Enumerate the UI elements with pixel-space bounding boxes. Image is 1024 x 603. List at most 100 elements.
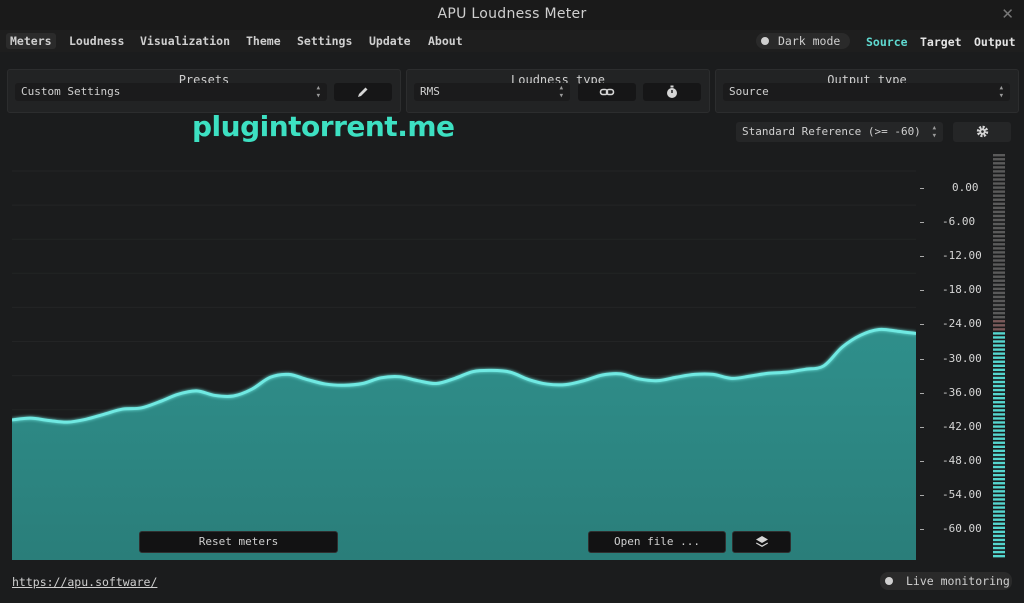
meter-segment (993, 194, 1005, 197)
meter-segment (993, 198, 1005, 201)
live-monitoring-label: Live monitoring (906, 574, 1010, 588)
meter-segment (993, 283, 1005, 286)
presets-value: Custom Settings (21, 85, 121, 98)
meter-segment (993, 206, 1005, 210)
select-arrow-icon: ▴ ▾ (558, 83, 564, 101)
loudness-chart (12, 170, 916, 560)
meter-segment (993, 546, 1005, 550)
reset-meters-label: Reset meters (198, 535, 279, 548)
mode-source[interactable]: Source (866, 35, 908, 49)
menu-about[interactable]: About (428, 34, 463, 48)
meter-segment (993, 522, 1005, 525)
meter-segment (993, 299, 1005, 303)
toggle-knob (885, 577, 893, 585)
scale-tick (920, 392, 924, 394)
meter-segment (993, 465, 1005, 469)
link-button[interactable] (578, 83, 636, 101)
meter-segment (993, 372, 1005, 376)
edit-preset-button[interactable] (334, 83, 392, 101)
meter-segment (993, 336, 1005, 339)
meter-segment (993, 384, 1005, 388)
meter-segment (993, 230, 1005, 234)
menu-settings[interactable]: Settings (297, 34, 352, 48)
dark-mode-toggle[interactable]: Dark mode (756, 33, 850, 49)
open-file-button[interactable]: Open file ... (588, 531, 726, 553)
scale-label: -48.00 (942, 453, 982, 467)
website-link[interactable]: https://apu.software/ (12, 575, 157, 589)
reset-meters-button[interactable]: Reset meters (139, 531, 338, 553)
meter-segment (993, 316, 1005, 319)
meter-segment (993, 397, 1005, 400)
loudness-type-select[interactable]: RMS ▴ ▾ (414, 83, 570, 101)
scale-tick (920, 358, 924, 360)
menu-theme[interactable]: Theme (246, 34, 281, 48)
scale-label: 0.00 (952, 181, 979, 194)
meter-segment (993, 356, 1005, 359)
settings-button[interactable] (953, 122, 1011, 142)
meter-segment (993, 255, 1005, 258)
mode-target[interactable]: Target (920, 35, 962, 49)
reference-value: Standard Reference (>= -60) (742, 125, 921, 138)
meter-segment (993, 413, 1005, 416)
meter-segment (993, 490, 1005, 493)
meter-segment (993, 506, 1005, 509)
presets-panel: Presets Custom Settings ▴ ▾ (7, 69, 401, 113)
scale-label: -36.00 (942, 385, 982, 399)
meter-segment (993, 437, 1005, 440)
timer-button[interactable] (643, 83, 701, 101)
meter-segment (993, 186, 1005, 189)
meter-segment (993, 441, 1005, 444)
meter-segment (993, 263, 1005, 266)
meter-segment (993, 514, 1005, 517)
meter-segment (993, 550, 1005, 554)
level-meter (993, 154, 1005, 558)
meter-segment (993, 182, 1005, 185)
meter-segment (993, 445, 1005, 448)
menu-visualization[interactable]: Visualization (140, 34, 230, 48)
meter-segment (993, 392, 1005, 396)
meter-segment (993, 425, 1005, 428)
meter-segment (993, 482, 1005, 485)
meter-segment (993, 453, 1005, 457)
select-arrow-icon: ▴ ▾ (315, 83, 321, 101)
scale-tick (920, 290, 924, 292)
scale-tick (920, 222, 924, 224)
gear-icon (976, 125, 988, 138)
meter-segment (993, 307, 1005, 311)
menu-meters[interactable]: Meters (6, 33, 56, 49)
meter-segment (993, 348, 1005, 351)
meter-segment (993, 530, 1005, 534)
meter-segment (993, 344, 1005, 347)
mode-output[interactable]: Output (974, 35, 1016, 49)
meter-segment (993, 538, 1005, 542)
meter-segment (993, 401, 1005, 404)
meter-segment (993, 502, 1005, 505)
meter-segment (993, 251, 1005, 254)
meter-segment (993, 478, 1005, 481)
meter-segment (993, 247, 1005, 250)
meter-segment (993, 235, 1005, 238)
meter-segment (993, 526, 1005, 529)
meter-segment (993, 461, 1005, 465)
meter-segment (993, 320, 1005, 323)
close-icon[interactable]: ✕ (1001, 5, 1014, 23)
meter-segment (993, 190, 1005, 193)
layers-button[interactable] (732, 531, 791, 553)
presets-select[interactable]: Custom Settings ▴ ▾ (15, 83, 327, 101)
scale-label: -18.00 (942, 283, 982, 297)
meter-segment (993, 469, 1005, 473)
scale-tick (920, 529, 924, 530)
meter-segment (993, 368, 1005, 372)
scale-label: -60.00 (942, 522, 982, 535)
meter-segment (993, 518, 1005, 521)
meter-segment (993, 449, 1005, 453)
meter-segment (993, 405, 1005, 408)
scale-tick (920, 256, 924, 258)
menu-update[interactable]: Update (369, 34, 411, 48)
reference-select[interactable]: Standard Reference (>= -60) ▴ ▾ (736, 122, 943, 142)
menu-loudness[interactable]: Loudness (69, 34, 124, 48)
link-icon (599, 88, 615, 96)
meter-segment (993, 328, 1005, 331)
output-type-select[interactable]: Source ▴ ▾ (723, 83, 1010, 101)
live-monitoring-toggle[interactable]: Live monitoring (880, 572, 1012, 590)
